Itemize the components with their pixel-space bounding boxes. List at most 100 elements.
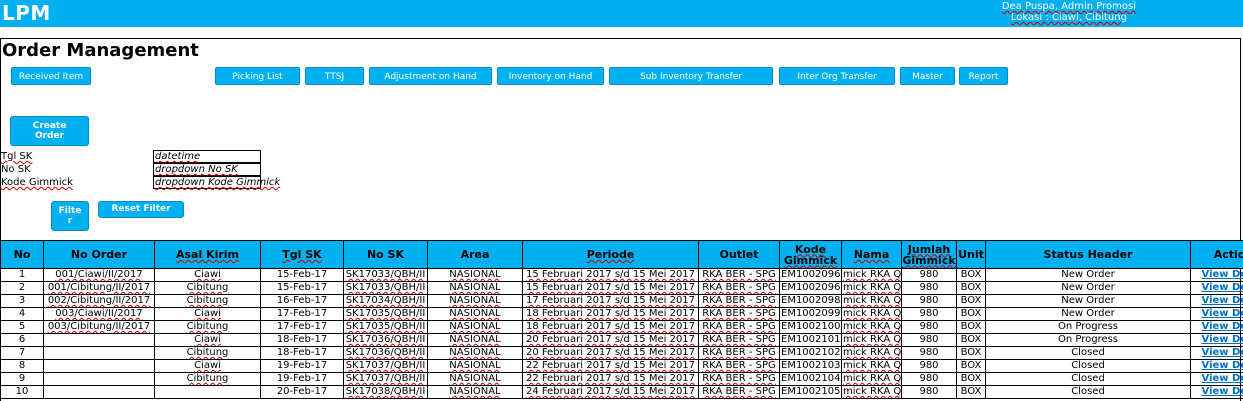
picking-list-button[interactable]: Picking List bbox=[215, 67, 300, 85]
inventory-on-hand-button[interactable]: Inventory on Hand bbox=[497, 67, 604, 85]
user-info: Dea Puspa, Admin Promosi Lokasi : Ciawi,… bbox=[1002, 1, 1136, 23]
cell-area: NASIONAL bbox=[427, 268, 523, 282]
cell-no-sk: SK17037/QBH/II bbox=[343, 372, 428, 386]
cell-kode-gimmick: EM1002105 bbox=[779, 385, 842, 399]
cell-nama: mick RKA Q bbox=[841, 268, 902, 282]
cell-area: NASIONAL bbox=[427, 307, 523, 321]
cell-no: 3 bbox=[0, 294, 44, 308]
cell-outlet: RKA BER - SPG bbox=[698, 346, 780, 360]
inter-org-transfer-button[interactable]: Inter Org Transfer bbox=[779, 67, 895, 85]
cell-asal-kirim: Cibitung bbox=[154, 346, 261, 360]
col-header-kode-gimmick: Kode Gimmick bbox=[779, 240, 842, 269]
create-order-label-line1: Create bbox=[32, 121, 67, 131]
cell-unit: BOX bbox=[956, 320, 986, 334]
create-order-button[interactable]: Create Order bbox=[10, 116, 89, 146]
cell-unit: BOX bbox=[956, 359, 986, 373]
view-detail-link[interactable]: View Detail bbox=[1190, 385, 1243, 399]
view-detail-link[interactable]: View Detail bbox=[1190, 359, 1243, 373]
no-sk-label: No SK bbox=[1, 164, 31, 175]
cell-asal-kirim bbox=[154, 385, 261, 399]
cell-status-header: Closed bbox=[985, 385, 1191, 399]
col-header-asal-kirim: Asal Kirim bbox=[154, 240, 261, 269]
cell-outlet: RKA BER - SPG bbox=[698, 372, 780, 386]
table-row: 7 Cibitung 18-Feb-17 SK17036/QBH/II NASIONAL… bbox=[0, 346, 1243, 360]
cell-status-header: Closed bbox=[985, 346, 1191, 360]
view-detail-link[interactable]: View Detail bbox=[1190, 281, 1243, 295]
cell-status-header: Closed bbox=[985, 359, 1191, 373]
cell-asal-kirim: Ciawi bbox=[154, 307, 261, 321]
view-detail-link[interactable]: View Detail bbox=[1190, 307, 1243, 321]
cell-unit: BOX bbox=[956, 333, 986, 347]
cell-area: NASIONAL bbox=[427, 346, 523, 360]
ttsj-button[interactable]: TTSJ bbox=[305, 67, 364, 85]
cell-no-sk: SK17033/QBH/II bbox=[343, 281, 428, 295]
cell-periode: 20 Februari 2017 s/d 15 Mei 2017 bbox=[522, 333, 699, 347]
cell-jumlah-gimmick: 980 bbox=[901, 385, 957, 399]
table-row: 6 Ciawi 18-Feb-17 SK17036/QBH/II NASIONAL 20 … bbox=[0, 333, 1243, 347]
cell-tgl-sk: 18-Feb-17 bbox=[260, 346, 344, 360]
received-item-button[interactable]: Received Item bbox=[11, 67, 91, 85]
cell-periode: 20 Februari 2017 s/d 15 Mei 2017 bbox=[522, 346, 699, 360]
cell-jumlah-gimmick: 980 bbox=[901, 281, 957, 295]
cell-periode: 22 Februari 2017 s/d 15 Mei 2017 bbox=[522, 359, 699, 373]
cell-no-sk: SK17037/QBH/II bbox=[343, 359, 428, 373]
cell-kode-gimmick: EM1002096 bbox=[779, 268, 842, 282]
cell-status-header: New Order bbox=[985, 268, 1191, 282]
cell-unit: BOX bbox=[956, 281, 986, 295]
cell-no-sk: SK17036/QBH/II bbox=[343, 333, 428, 347]
master-button[interactable]: Master bbox=[900, 67, 955, 85]
order-table-body: 1 001/Ciawi/II/2017 Ciawi 15-Feb-17 SK17033/… bbox=[0, 268, 1243, 399]
cell-outlet: RKA BER - SPG bbox=[698, 359, 780, 373]
filter-button[interactable]: Filte r bbox=[51, 201, 89, 231]
cell-asal-kirim: Cibitung bbox=[154, 320, 261, 334]
cell-no-order bbox=[43, 359, 155, 373]
col-header-status-header: Status Header bbox=[985, 240, 1191, 269]
cell-nama: mick RKA Q bbox=[841, 333, 902, 347]
adjustment-on-hand-button[interactable]: Adjustment on Hand bbox=[369, 67, 492, 85]
kode-gimmick-dropdown[interactable]: dropdown Kode Gimmick bbox=[153, 176, 280, 189]
cell-kode-gimmick: EM1002101 bbox=[779, 333, 842, 347]
col-header-jumlah-gimmick-text: Jumlah Gimmick bbox=[902, 242, 956, 267]
cell-outlet: RKA BER - SPG bbox=[698, 333, 780, 347]
cell-status-header: On Progress bbox=[985, 333, 1191, 347]
reset-filter-button[interactable]: Reset Filter bbox=[98, 201, 184, 218]
sub-inventory-transfer-button[interactable]: Sub Inventory Transfer bbox=[609, 67, 773, 85]
cell-area: NASIONAL bbox=[427, 281, 523, 295]
cell-no-order bbox=[43, 372, 155, 386]
cell-no-order: 001/Cibitung/II/2017 bbox=[43, 281, 155, 295]
table-row: 4 003/Ciawi/II/2017 Ciawi 17-Feb-17 SK17035/… bbox=[0, 307, 1243, 321]
cell-no-sk: SK17036/QBH/II bbox=[343, 346, 428, 360]
cell-area: NASIONAL bbox=[427, 372, 523, 386]
order-table: No No Order Asal Kirim Tgl SK No SK Area… bbox=[0, 240, 1243, 399]
no-sk-dropdown[interactable]: dropdown No SK bbox=[153, 163, 261, 176]
col-header-kode-gimmick-text: Kode Gimmick bbox=[783, 242, 838, 267]
col-header-no: No bbox=[0, 240, 44, 269]
tgl-sk-input[interactable]: datetime bbox=[153, 150, 261, 163]
cell-area: NASIONAL bbox=[427, 385, 523, 399]
cell-periode: 17 Februari 2017 s/d 15 Mei 2017 bbox=[522, 294, 699, 308]
view-detail-link[interactable]: View Detail bbox=[1190, 294, 1243, 308]
cell-unit: BOX bbox=[956, 307, 986, 321]
cell-jumlah-gimmick: 980 bbox=[901, 268, 957, 282]
view-detail-link[interactable]: View Detail bbox=[1190, 372, 1243, 386]
create-order-label-line2: Order bbox=[34, 131, 65, 141]
view-detail-link[interactable]: View Detail bbox=[1190, 320, 1243, 334]
cell-periode: 18 Februari 2017 s/d 15 Mei 2017 bbox=[522, 320, 699, 334]
page-title: Order Management bbox=[2, 40, 199, 61]
table-row: 10 20-Feb-17 SK17038/QBH/II NASIONAL 24 Febr… bbox=[0, 385, 1243, 399]
view-detail-link[interactable]: View Detail bbox=[1190, 346, 1243, 360]
report-button[interactable]: Report bbox=[959, 67, 1008, 85]
table-row: 8 Ciawi 19-Feb-17 SK17037/QBH/II NASIONAL 22 … bbox=[0, 359, 1243, 373]
cell-status-header: Closed bbox=[985, 372, 1191, 386]
view-detail-link[interactable]: View Detail bbox=[1190, 333, 1243, 347]
cell-outlet: RKA BER - SPG bbox=[698, 281, 780, 295]
col-header-nama-text: Nama bbox=[853, 248, 890, 261]
cell-no-order: 001/Ciawi/II/2017 bbox=[43, 268, 155, 282]
cell-no: 1 bbox=[0, 268, 44, 282]
view-detail-link[interactable]: View Detail bbox=[1190, 268, 1243, 282]
cell-nama: mick RKA Q bbox=[841, 385, 902, 399]
cell-no-order bbox=[43, 346, 155, 360]
cell-status-header: New Order bbox=[985, 307, 1191, 321]
filter-label-line1: Filte bbox=[58, 206, 82, 216]
cell-no-order bbox=[43, 385, 155, 399]
